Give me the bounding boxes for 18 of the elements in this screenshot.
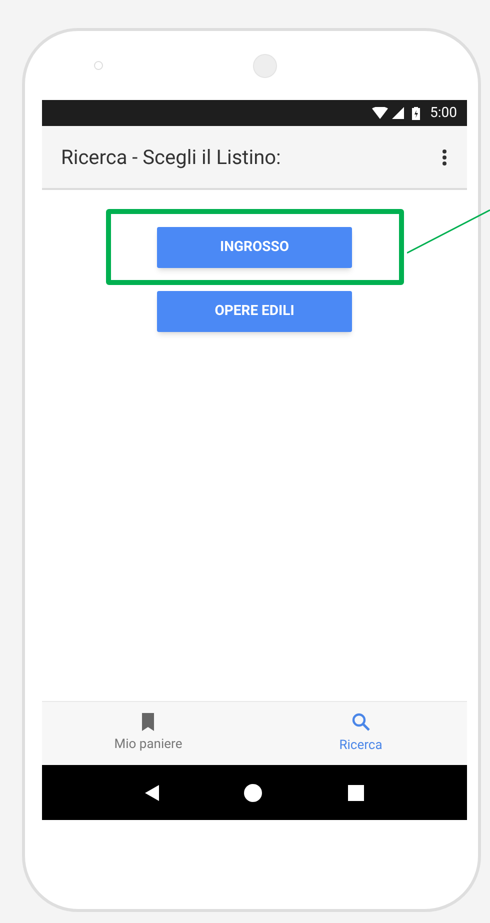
nav-label: Ricerca — [339, 736, 382, 755]
listino-button[interactable]: INGROSSO — [157, 226, 352, 268]
listino-button[interactable]: OPERE EDILI — [157, 290, 352, 332]
bookmark-icon — [141, 712, 156, 731]
nav-label: Mio paniere — [114, 736, 182, 754]
recents-icon[interactable] — [348, 784, 364, 800]
app-title: Ricerca - Scegli il Listino: — [61, 144, 282, 171]
more-options-icon[interactable] — [442, 148, 447, 166]
wifi-icon — [372, 107, 388, 119]
battery-icon — [412, 106, 420, 120]
nav-tab[interactable]: Mio paniere — [42, 702, 254, 765]
search-icon — [350, 712, 371, 732]
signal-icon — [392, 107, 404, 119]
home-icon[interactable] — [244, 784, 262, 802]
status-time: 5:00 — [430, 104, 457, 122]
nav-tab[interactable]: Ricerca — [254, 702, 467, 765]
speaker — [253, 54, 277, 78]
back-icon[interactable] — [144, 784, 159, 800]
